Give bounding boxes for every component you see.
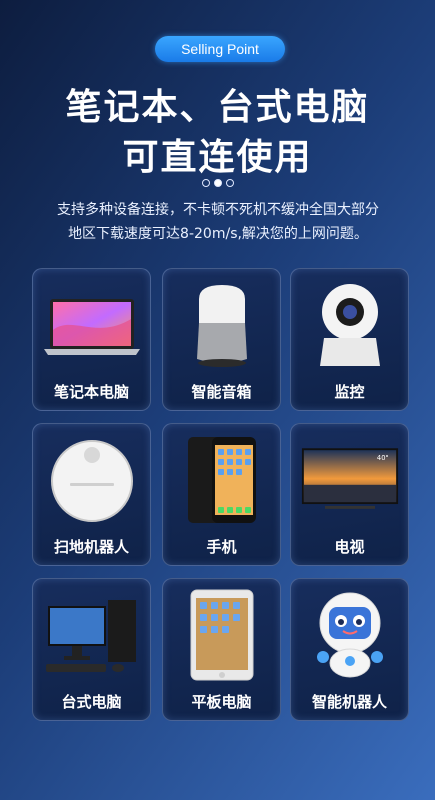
device-card-smart-robot[interactable]: 智能机器人 [290, 578, 409, 721]
pager-dot[interactable] [225, 179, 234, 187]
desktop-computer-icon [42, 588, 142, 682]
headline-line-2: 可直连使用 [122, 137, 313, 178]
tv-icon: 40" [300, 433, 400, 527]
security-camera-icon [300, 278, 400, 372]
device-card-camera[interactable]: 监控 [290, 268, 409, 411]
robot-vacuum-icon [42, 433, 142, 527]
device-label: 手机 [206, 538, 237, 556]
device-label: 平板电脑 [191, 693, 252, 711]
laptop-icon [42, 278, 142, 372]
device-label: 智能机器人 [311, 693, 387, 711]
device-label: 电视 [334, 538, 365, 556]
pager-dot[interactable] [201, 179, 210, 187]
device-label: 台式电脑 [61, 693, 122, 711]
device-label: 笔记本电脑 [53, 383, 129, 401]
device-card-smartphone[interactable]: 手机 [162, 423, 281, 566]
device-card-tv[interactable]: 40" 电视 [290, 423, 409, 566]
pager-dot-active[interactable] [213, 179, 222, 187]
tablet-icon [172, 588, 272, 682]
device-card-smart-speaker[interactable]: 智能音箱 [162, 268, 281, 411]
carousel-pager [0, 179, 435, 187]
device-label: 智能音箱 [191, 383, 252, 401]
description-line-1: 支持多种设备连接，不卡顿不死机不缓冲全国大部分 [57, 202, 379, 218]
tv-size-text: 40" [377, 454, 389, 462]
smartphone-icon [172, 433, 272, 527]
device-label: 监控 [334, 383, 365, 401]
description-line-2: 地区下载速度可达8-20m/s,解决您的上网问题。 [68, 226, 368, 242]
device-label: 扫地机器人 [53, 538, 129, 556]
selling-point-badge: Selling Point [155, 36, 285, 62]
smart-robot-icon [300, 588, 400, 682]
device-card-robot-vacuum[interactable]: 扫地机器人 [32, 423, 151, 566]
device-card-desktop[interactable]: 台式电脑 [32, 578, 151, 721]
device-card-tablet[interactable]: 平板电脑 [162, 578, 281, 721]
headline-line-1: 笔记本、台式电脑 [65, 87, 370, 128]
smart-speaker-icon [172, 278, 272, 372]
device-card-laptop[interactable]: 笔记本电脑 [32, 268, 151, 411]
